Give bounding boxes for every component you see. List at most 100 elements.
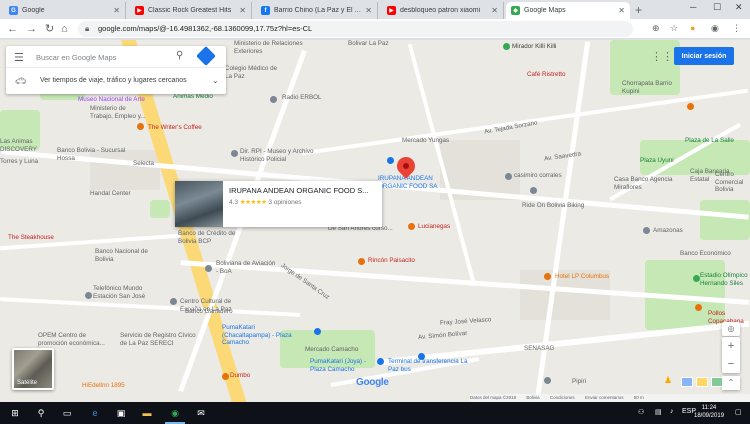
close-window-icon[interactable]: ✕ [735, 2, 743, 13]
map-label[interactable]: Telefónico Mundo Estación San José [93, 285, 158, 300]
map-label[interactable]: Amazonas [653, 227, 683, 235]
network-icon[interactable]: ▤ [655, 408, 662, 416]
tab-google-maps[interactable]: ◆ Google Maps ✕ [506, 2, 630, 19]
poi-marker[interactable] [377, 358, 384, 365]
poi-marker[interactable] [137, 123, 144, 130]
map-label[interactable]: Colegio Médico de La Paz [225, 65, 285, 80]
poi-marker[interactable] [314, 328, 321, 335]
map-label[interactable]: Estadio Olímpico Hernando Siles [700, 272, 750, 287]
map-label[interactable]: Banco Bolivia - Sucursal Hossa [57, 147, 127, 162]
map-label[interactable]: Mercado Yungas [402, 137, 449, 145]
poi-marker[interactable] [85, 292, 92, 299]
poi-marker[interactable] [270, 96, 277, 103]
map-label[interactable]: Terminal de transferencia La Paz bus [388, 358, 478, 373]
maximize-icon[interactable]: ☐ [713, 2, 721, 13]
file-explorer-icon[interactable]: ▬ [140, 406, 154, 420]
notification-icon[interactable]: ▢ [735, 408, 742, 416]
poi-marker[interactable] [544, 377, 551, 384]
map-label[interactable]: Mercado Camacho [305, 346, 358, 354]
map-label[interactable]: OPEM Centro de promoción económica... [38, 332, 108, 347]
home-icon[interactable]: ⌂ [61, 22, 68, 36]
search-icon[interactable]: ⚲ [176, 50, 183, 61]
volume-icon[interactable]: ♪ [670, 408, 674, 415]
chevron-down-icon[interactable]: ⌄ [212, 76, 219, 85]
extension-icon[interactable]: ● [690, 23, 695, 33]
map-label[interactable]: PumaKatari (Joya) - Plaza Camacho [310, 358, 380, 373]
search-icon[interactable]: ⚲ [34, 406, 48, 420]
profile-icon[interactable]: ◉ [711, 23, 719, 34]
poi-marker[interactable] [503, 43, 510, 50]
new-tab-button[interactable]: + [635, 3, 642, 17]
map-label[interactable]: Bolivar La Paz [348, 40, 389, 48]
pegman-icon[interactable]: ♟ [664, 375, 672, 386]
map-label[interactable]: IRUPANA ANDEAN ORGANIC FOOD SA [378, 175, 448, 190]
people-icon[interactable]: ⚇ [638, 408, 644, 416]
map-label[interactable]: Dumbo [230, 372, 250, 380]
map-label[interactable]: Plaza Uyuni [640, 157, 674, 165]
minimize-icon[interactable]: ─ [690, 2, 696, 12]
map-label[interactable]: Mirador Killi Killi [512, 43, 556, 51]
map-label[interactable]: Plaza de La Salle [685, 137, 734, 145]
map-label[interactable]: Hotel LP Columbus [555, 273, 609, 281]
close-tab-icon[interactable]: ✕ [491, 6, 498, 15]
store-icon[interactable]: ▣ [114, 406, 128, 420]
map-label[interactable]: Selecta [133, 160, 154, 168]
close-tab-icon[interactable]: ✕ [618, 6, 625, 15]
map-label[interactable]: Ministerio de Trabajo, Empleo y... [90, 105, 150, 120]
back-icon[interactable]: ← [7, 22, 18, 36]
map-label[interactable]: Av. Simón Bolívar [418, 330, 468, 342]
tab-youtube-rock[interactable]: ▶ Classic Rock Greatest Hits ✕ [130, 2, 252, 19]
map-label[interactable]: Ministerio de Relaciones Exteriores [234, 40, 314, 55]
menu-hamburger-icon[interactable]: ☰ [14, 51, 24, 64]
map-label[interactable]: HiEdellnn 1895 [82, 382, 125, 390]
map-label[interactable]: Museo Nacional de Arte [78, 96, 145, 104]
map-label[interactable]: PumaKatari (Chacaltapampa) - Plaza Camac… [222, 324, 302, 347]
poi-marker[interactable] [170, 298, 177, 305]
address-bar[interactable]: 🔒︎ google.com/maps/@-16.4981362,-68.1360… [78, 21, 633, 37]
tab-google[interactable]: G Google ✕ [4, 2, 126, 19]
poi-marker[interactable] [530, 187, 537, 194]
poi-marker[interactable] [222, 373, 229, 380]
poi-marker[interactable] [687, 103, 694, 110]
system-clock[interactable]: 11:24 18/09/2019 [694, 404, 724, 420]
nearby-hint-row[interactable]: 🚗︎ Ver tiempos de viaje, tráfico y lugar… [6, 68, 226, 94]
map-label[interactable]: Banco Económico [680, 250, 731, 258]
map-label[interactable]: Café Ristretto [527, 71, 566, 79]
map-label[interactable]: Radio ERBOL [282, 94, 322, 102]
poi-marker[interactable] [505, 173, 512, 180]
layer-thumbnail[interactable] [681, 377, 693, 387]
map-label[interactable]: SENASAG [524, 345, 554, 353]
map-label[interactable]: casimiro corrales [514, 172, 562, 180]
map-label[interactable]: Banco de Crédito de Bolivia BCP [178, 230, 248, 245]
bookmark-star-icon[interactable]: ☆ [670, 23, 678, 34]
poi-marker[interactable] [408, 223, 415, 230]
close-tab-icon[interactable]: ✕ [365, 6, 372, 15]
search-input[interactable] [36, 50, 186, 64]
poi-marker[interactable] [643, 227, 650, 234]
zoom-out-button[interactable]: − [722, 355, 740, 373]
edge-icon[interactable]: e [88, 406, 102, 420]
tab-youtube-xiaomi[interactable]: ▶ desbloqueo patron xiaomi ✕ [382, 2, 504, 19]
task-view-icon[interactable]: ▭ [60, 406, 74, 420]
close-tab-icon[interactable]: ✕ [113, 6, 120, 15]
poi-marker[interactable] [231, 150, 238, 157]
map-label[interactable]: Pipiri [572, 378, 586, 386]
map-label[interactable]: Casa Banco Agencia Miraflores [614, 176, 674, 191]
poi-marker[interactable] [358, 258, 365, 265]
place-photo[interactable] [175, 181, 223, 227]
map-label[interactable]: The Writer's Coffee [148, 124, 202, 132]
directions-icon[interactable] [196, 46, 216, 66]
layer-thumbnail[interactable] [696, 377, 708, 387]
close-tab-icon[interactable]: ✕ [239, 6, 246, 15]
map-label[interactable]: Servicio de Registro Cívico de La Paz SE… [120, 332, 200, 347]
forward-icon[interactable]: → [26, 22, 37, 36]
map-label[interactable]: Animas Medio [173, 93, 213, 101]
map-label[interactable]: Centro Cultural de España en La Paz [180, 298, 250, 313]
windows-start-icon[interactable]: ⊞ [8, 406, 22, 420]
poi-marker[interactable] [418, 353, 425, 360]
chrome-icon[interactable]: ◉ [168, 406, 182, 420]
map-label[interactable]: Lucianegas [418, 223, 450, 231]
map-label[interactable]: Rincón Paisacito [368, 257, 415, 265]
location-icon[interactable]: ⊕ [652, 23, 660, 34]
mail-icon[interactable]: ✉ [194, 406, 208, 420]
